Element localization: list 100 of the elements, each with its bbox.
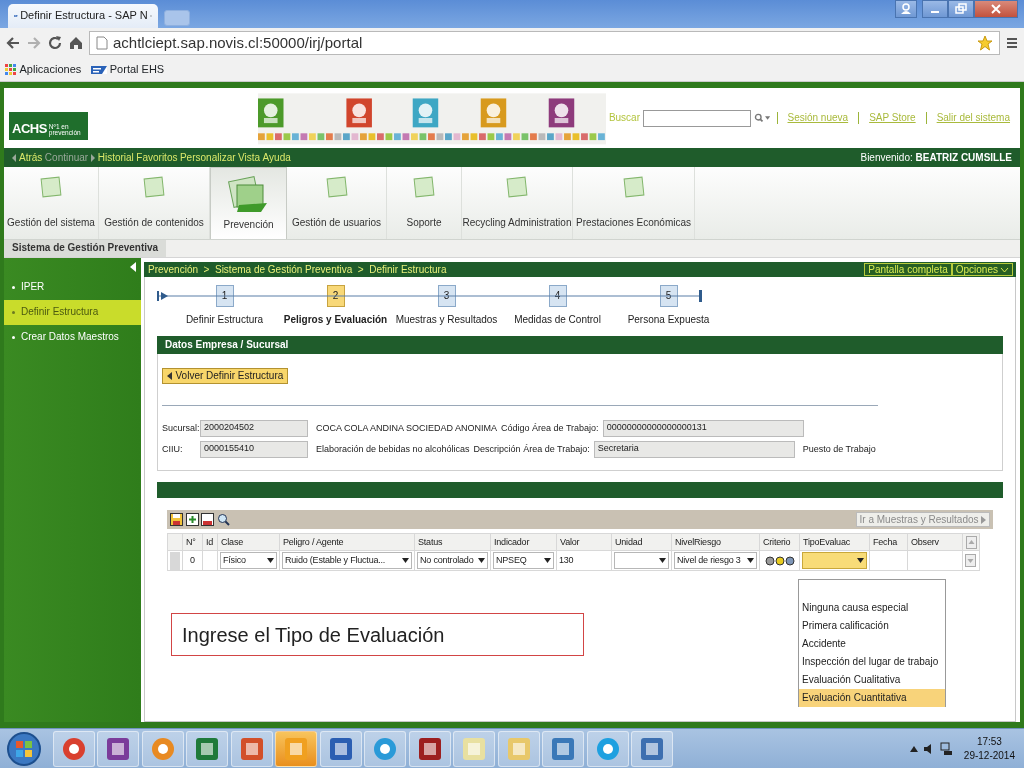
dropdown-caret-icon — [857, 558, 864, 563]
dropdown-option[interactable]: Evaluación Cuantitativa — [799, 689, 945, 707]
page-icon — [96, 36, 108, 50]
nav-link[interactable]: Personalizar — [179, 151, 236, 164]
end-icon — [699, 290, 703, 302]
app-icon[interactable] — [194, 735, 220, 762]
app-icon[interactable] — [105, 735, 131, 762]
collapse-icon[interactable] — [130, 262, 136, 272]
field-value: Secretaria — [593, 441, 795, 458]
nav-tab[interactable]: Gestión del sistema — [4, 167, 99, 239]
step-label: Medidas de Control — [514, 314, 601, 326]
search-icon[interactable] — [753, 112, 771, 124]
dropdown-option[interactable]: Primera calificación — [799, 617, 945, 635]
sidebar-item[interactable]: Definir Estructura — [4, 299, 141, 325]
dropdown-field[interactable]: Físico — [220, 552, 277, 569]
dropdown-field[interactable] — [614, 552, 669, 569]
column-header: Valor — [556, 533, 612, 551]
column-header: Status — [414, 533, 491, 551]
dropdown-option[interactable]: Ninguna causa especial — [799, 599, 945, 617]
app-icon[interactable] — [238, 735, 265, 762]
menu-icon[interactable] — [1005, 36, 1019, 50]
scroll-up-icon[interactable] — [966, 535, 977, 549]
nav-link[interactable]: Ayuda — [262, 151, 291, 164]
bookmark-link[interactable]: Portal EHS — [91, 62, 165, 77]
nav-link[interactable]: Vista — [238, 151, 261, 164]
nav-link[interactable]: Atrás — [12, 151, 43, 164]
column-header: Indicador — [490, 533, 557, 551]
save-icon[interactable] — [170, 513, 183, 526]
nav-link[interactable]: Favoritos — [136, 151, 178, 164]
bookmark-link[interactable]: Aplicaciones — [5, 62, 82, 77]
search-label: Buscar — [608, 112, 640, 124]
folder-icon — [621, 175, 646, 199]
app-icon[interactable] — [416, 735, 443, 762]
reload-icon[interactable] — [47, 35, 63, 51]
dropdown-field[interactable]: Nivel de riesgo 3 — [674, 552, 757, 569]
sidebar-item[interactable]: IPER — [4, 274, 141, 300]
folder-icon — [142, 175, 166, 199]
nav-tab[interactable]: Gestión de usuarios — [287, 167, 387, 239]
nav-tab[interactable]: Soporte — [387, 167, 462, 239]
start-icon — [157, 291, 169, 301]
sidebar-item[interactable]: Crear Datos Maestros — [4, 324, 141, 350]
column-header: Clase — [217, 533, 280, 551]
dropdown-field[interactable]: No controlado — [417, 552, 488, 569]
header-button[interactable]: Opciones — [951, 263, 1013, 276]
header-button[interactable]: Pantalla completa — [864, 263, 952, 276]
search-icon[interactable] — [216, 513, 230, 526]
step-marker[interactable]: 5 — [659, 285, 678, 307]
caret-icon — [981, 515, 986, 524]
chevron-icon — [1000, 266, 1009, 273]
back-button[interactable]: Volver Definir Estructura — [162, 368, 289, 384]
dropdown-caret-icon — [544, 558, 551, 563]
sub-tab[interactable]: Sistema de Gestión Preventiva — [4, 240, 167, 257]
back-icon[interactable] — [5, 35, 21, 51]
nav-tab[interactable]: Prestaciones Económicas — [573, 167, 695, 239]
column-header: Fecha — [869, 533, 908, 551]
app-icon[interactable] — [372, 735, 398, 762]
dropdown-option[interactable]: Inspección del lugar de trabajo — [799, 653, 945, 671]
welcome-text: Bienvenido: BEATRIZ CUMSILLE — [860, 151, 1012, 164]
delete-row-icon[interactable] — [201, 513, 214, 526]
app-icon[interactable] — [550, 735, 576, 762]
home-icon[interactable] — [68, 35, 84, 51]
dropdown-option[interactable]: Accidente — [799, 635, 945, 653]
step-label: Persona Expuesta — [627, 314, 710, 326]
star-icon[interactable] — [977, 35, 993, 51]
step-label: Peligros y Evaluación — [283, 314, 388, 326]
nav-link[interactable]: Historial — [97, 151, 134, 164]
folder-icon — [324, 175, 349, 199]
forward-icon[interactable] — [26, 35, 42, 51]
tray-arrow-icon[interactable] — [909, 745, 918, 752]
add-row-icon[interactable] — [185, 513, 199, 526]
dropdown-field[interactable]: Ruido (Estable y Fluctua... — [282, 552, 412, 569]
restore-icon[interactable] — [954, 2, 968, 16]
step-marker[interactable]: 1 — [215, 285, 234, 307]
step-marker[interactable]: 4 — [548, 285, 567, 307]
app-icon[interactable] — [149, 735, 176, 762]
column-header: Observ — [907, 533, 963, 551]
field-label: Descripción Área de Trabajo: — [473, 444, 590, 455]
browser-tab[interactable]: Definir Estructura - SAP N — [8, 4, 158, 28]
folder-icon — [505, 175, 529, 199]
close-icon[interactable] — [989, 2, 1003, 16]
search-field[interactable] — [642, 109, 751, 127]
nav-tab[interactable]: Prevención — [210, 167, 287, 239]
user-icon[interactable] — [899, 2, 913, 16]
app-icon[interactable] — [639, 735, 665, 762]
nav-tab[interactable]: Recycling Administration — [462, 167, 573, 239]
field-label: CIIU: — [162, 444, 184, 455]
dropdown-field[interactable]: NPSEQ — [493, 552, 554, 569]
address-field[interactable]: achtlciept.sap.novis.cl:50000/irj/portal — [89, 31, 1000, 55]
start-button[interactable] — [4, 729, 44, 768]
scroll-down-icon[interactable] — [965, 554, 976, 567]
dropdown-field[interactable] — [802, 552, 867, 569]
app-icon[interactable] — [594, 735, 621, 762]
dropdown-option[interactable]: Evaluación Cualitativa — [799, 671, 945, 689]
step-marker[interactable]: 3 — [437, 285, 456, 307]
back-icon — [12, 153, 17, 162]
step-marker[interactable]: 2 — [326, 285, 345, 307]
dropdown-caret-icon — [267, 558, 274, 563]
app-icon[interactable] — [60, 735, 87, 762]
app-icon[interactable] — [327, 735, 354, 762]
network-icon[interactable] — [939, 741, 954, 756]
